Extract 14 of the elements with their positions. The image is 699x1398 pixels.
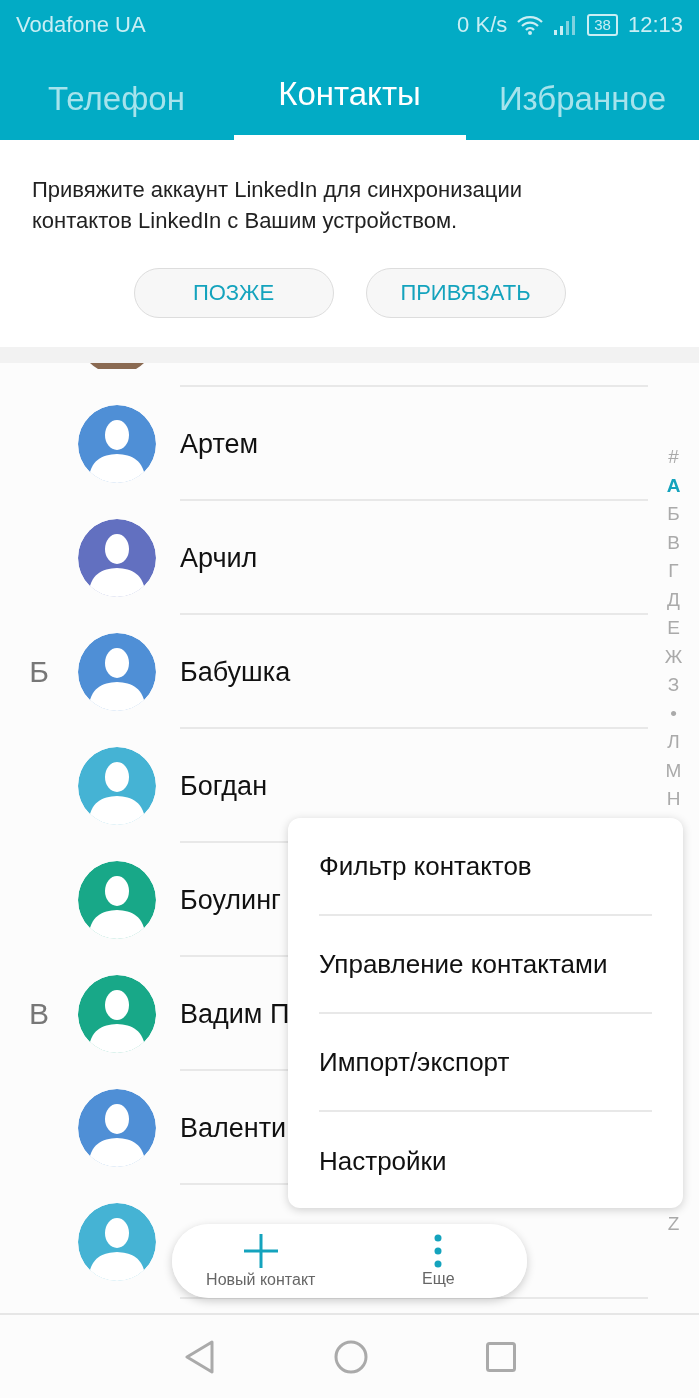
banner-message: Привяжите аккаунт LinkedIn для синхронизации контактов LinkedIn с Вашим устройством. <box>32 176 523 235</box>
contact-name: Вадим П <box>180 998 290 1030</box>
clock: 12:13 <box>627 12 683 38</box>
section-letter: Б <box>28 655 50 689</box>
contact-name: Артем <box>180 428 259 460</box>
network-speed: 0 K/s <box>457 12 508 38</box>
contact-name: Валенти <box>180 1112 287 1144</box>
carrier-name: Vodafone UA <box>16 12 146 38</box>
contact-name: Арчил <box>180 542 258 574</box>
contact-name: Боулинг <box>180 884 281 916</box>
section-letter: В <box>28 997 50 1031</box>
battery-indicator: 38 <box>587 14 618 36</box>
contact-name: Богдан <box>180 770 268 802</box>
contact-name: Бабушка <box>180 656 291 688</box>
